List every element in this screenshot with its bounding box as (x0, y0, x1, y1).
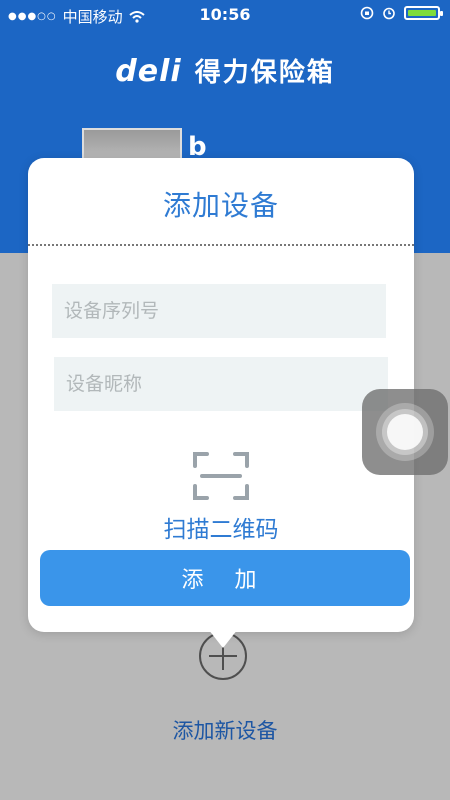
orientation-lock-icon (360, 6, 374, 20)
qr-scan-icon[interactable] (192, 450, 250, 502)
add-new-device-link[interactable]: 添加新设备 (0, 715, 450, 745)
dialog-title: 添加设备 (162, 189, 279, 222)
scan-qr-code[interactable]: 扫描二维码 (28, 450, 414, 544)
add-device-dialog: 添加设备 扫描二维码 添 加 (28, 158, 414, 632)
status-bar: ●●●○○ 中国移动 10:56 (0, 0, 450, 30)
battery-icon (404, 6, 443, 20)
scan-qr-label[interactable]: 扫描二维码 (28, 510, 414, 544)
dialog-pointer (201, 620, 245, 648)
brand: deli 得力保险箱 (0, 52, 450, 89)
assistive-touch-button[interactable] (362, 389, 448, 475)
serial-number-input[interactable] (52, 284, 386, 338)
app-name: 得力保险箱 (194, 58, 335, 88)
alarm-icon (383, 7, 395, 20)
device-nickname-input[interactable] (54, 357, 388, 411)
dialog-divider (28, 244, 414, 246)
deli-logo: deli (115, 54, 182, 89)
add-button[interactable]: 添 加 (40, 550, 410, 606)
